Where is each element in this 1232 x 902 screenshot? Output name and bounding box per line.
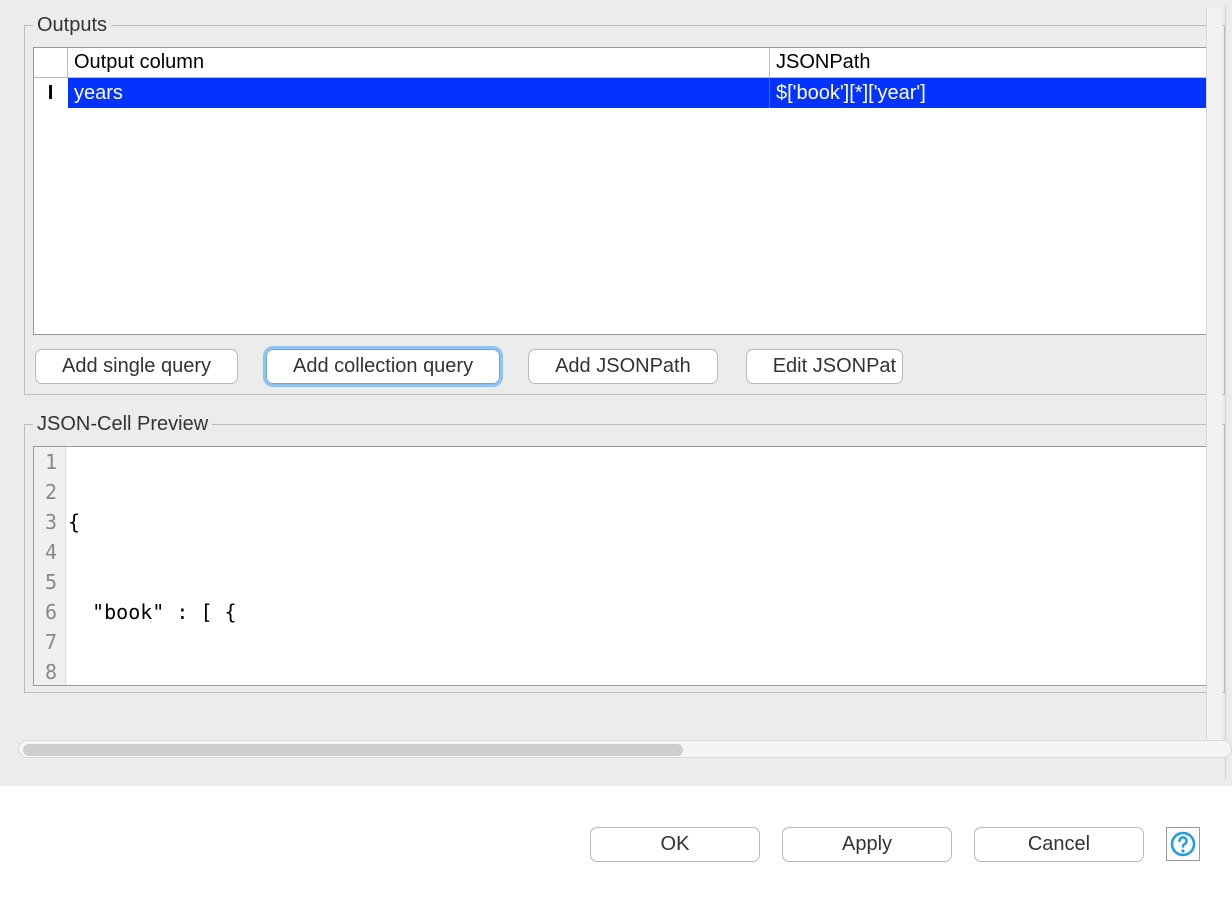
line-number: 8 xyxy=(38,657,57,686)
help-icon[interactable] xyxy=(1166,827,1200,861)
line-number: 5 xyxy=(38,567,57,597)
inner-panel: Outputs Output column JSONPath I years $… xyxy=(6,6,1226,780)
line-number: 1 xyxy=(38,447,57,477)
line-number: 6 xyxy=(38,597,57,627)
ok-button[interactable]: OK xyxy=(590,827,760,862)
horizontal-scrollbar[interactable] xyxy=(18,740,1226,758)
apply-button[interactable]: Apply xyxy=(782,827,952,862)
line-number-gutter: 1 2 3 4 5 6 7 8 xyxy=(34,447,66,685)
outputs-table[interactable]: Output column JSONPath I years $['book']… xyxy=(33,47,1216,335)
code-area[interactable]: { "book" : [ { "year" : 1999, "title" : … xyxy=(66,447,1215,685)
json-preview-group: JSON-Cell Preview 1 2 3 4 5 6 7 8 { "boo… xyxy=(24,413,1225,693)
line-number: 2 xyxy=(38,477,57,507)
scrollbar-thumb[interactable] xyxy=(23,744,683,756)
outputs-button-row: Add single query Add collection query Ad… xyxy=(33,349,1216,384)
edit-jsonpath-button[interactable]: Edit JSONPat xyxy=(746,349,903,384)
add-jsonpath-button[interactable]: Add JSONPath xyxy=(528,349,718,384)
json-preview-editor[interactable]: 1 2 3 4 5 6 7 8 { "book" : [ { "year" : … xyxy=(33,446,1216,686)
outputs-header-name[interactable]: Output column xyxy=(68,48,770,77)
add-collection-query-button[interactable]: Add collection query xyxy=(266,349,500,384)
outputs-header-path[interactable]: JSONPath xyxy=(770,48,1215,77)
dialog-footer: OK Apply Cancel xyxy=(0,786,1232,902)
code-line: { xyxy=(66,507,1215,537)
row-jsonpath[interactable]: $['book'][*]['year'] xyxy=(770,78,1215,108)
outputs-header-handle xyxy=(34,48,68,77)
row-handle[interactable]: I xyxy=(34,78,68,108)
outputs-legend: Outputs xyxy=(33,14,111,37)
outputs-group: Outputs Output column JSONPath I years $… xyxy=(24,14,1225,395)
line-number: 4 xyxy=(38,537,57,567)
code-line: "book" : [ { xyxy=(66,597,1215,627)
line-number: 7 xyxy=(38,627,57,657)
line-number: 3 xyxy=(38,507,57,537)
table-row[interactable]: I years $['book'][*]['year'] xyxy=(34,78,1215,108)
outputs-table-header: Output column JSONPath xyxy=(34,48,1215,78)
row-output-column[interactable]: years xyxy=(68,78,770,108)
dialog-body: Outputs Output column JSONPath I years $… xyxy=(0,0,1232,786)
json-preview-legend: JSON-Cell Preview xyxy=(33,413,212,436)
cancel-button[interactable]: Cancel xyxy=(974,827,1144,862)
add-single-query-button[interactable]: Add single query xyxy=(35,349,238,384)
vertical-scrollbar[interactable] xyxy=(1206,8,1222,740)
